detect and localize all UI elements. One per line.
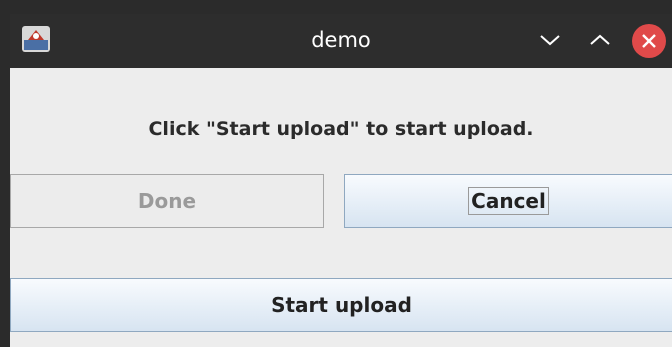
window-bottom-edge [10, 340, 672, 347]
cancel-button[interactable]: Cancel [344, 174, 672, 228]
minimize-button[interactable] [536, 26, 564, 54]
instruction-message: Click "Start upload" to start upload. [148, 118, 534, 140]
cancel-button-label: Cancel [468, 187, 549, 215]
minimize-icon [540, 35, 560, 46]
done-button[interactable]: Done [10, 174, 324, 228]
window-title: demo [311, 28, 371, 52]
start-upload-button[interactable]: Start upload [10, 278, 672, 332]
title-bar[interactable]: demo [10, 14, 672, 68]
start-upload-button-label: Start upload [271, 293, 412, 317]
maximize-icon [590, 34, 610, 45]
maximize-button[interactable] [586, 26, 614, 54]
done-button-label: Done [137, 189, 197, 213]
close-button[interactable] [632, 24, 666, 58]
close-icon [642, 34, 656, 48]
demo-window: demo Click "Start upload" to start uploa… [10, 14, 672, 347]
